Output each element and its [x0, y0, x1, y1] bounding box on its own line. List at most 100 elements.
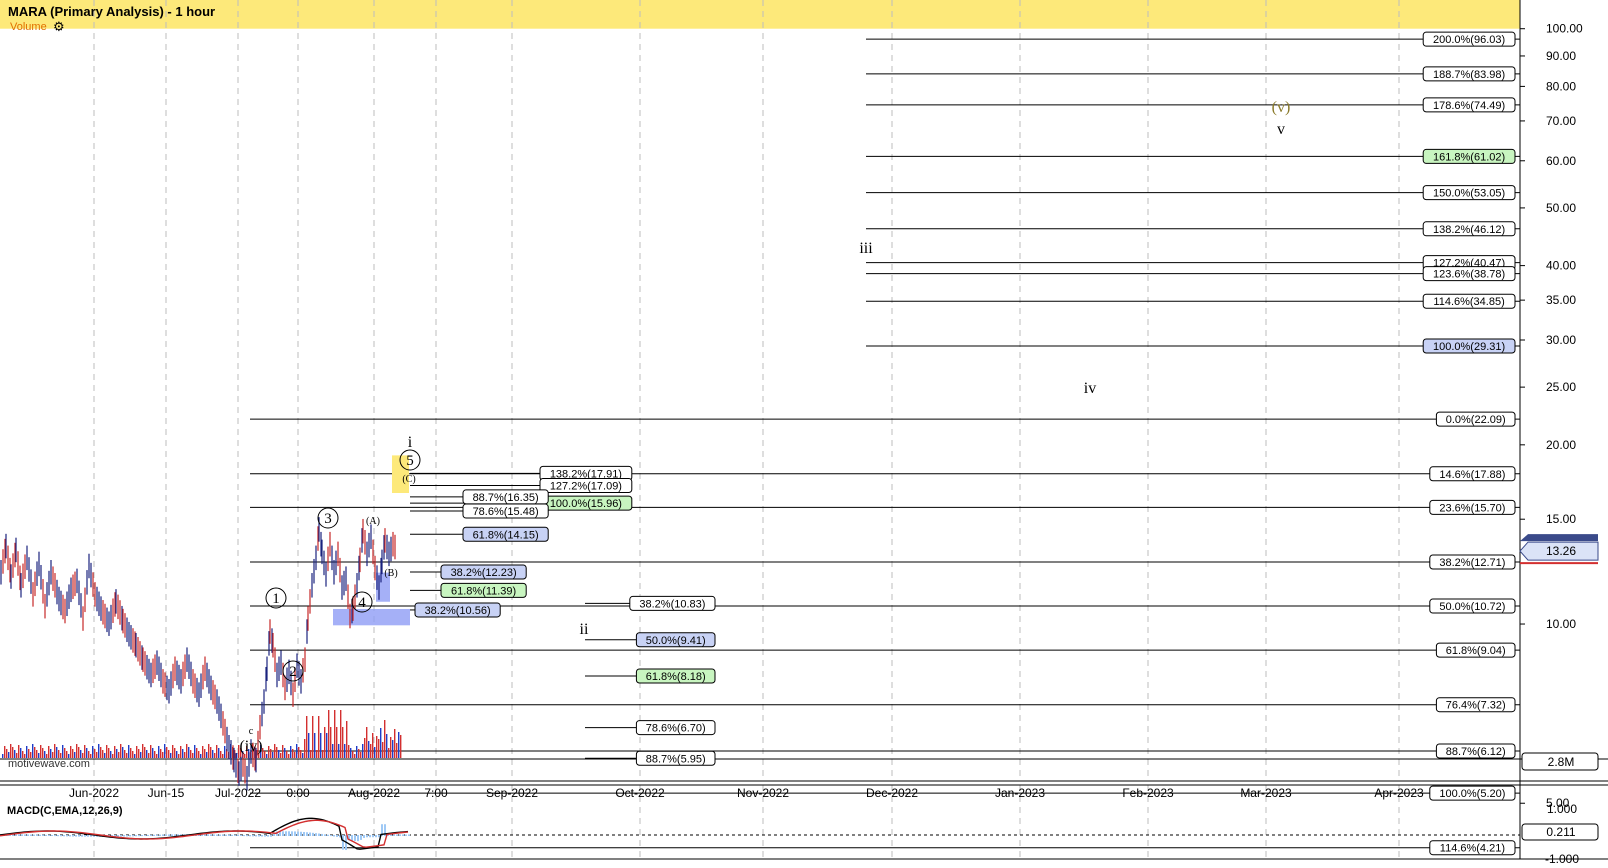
volume-bar [154, 751, 156, 758]
macd-histogram-bar [234, 834, 236, 836]
volume-bar [310, 750, 312, 758]
price-tick-label: 25.00 [1546, 380, 1576, 394]
volume-bar [374, 747, 376, 758]
macd-histogram-bar [264, 835, 266, 837]
volume-bar [312, 716, 314, 758]
macd-histogram-bar [120, 835, 122, 837]
macd-histogram-bar [66, 835, 68, 837]
gear-icon[interactable]: ⚙ [53, 20, 65, 35]
volume-bar [76, 744, 78, 758]
x-axis-label: Jan-2023 [995, 786, 1045, 800]
volume-bar [136, 746, 138, 758]
volume-bar [114, 746, 116, 758]
volume-bar [384, 720, 386, 758]
volume-bar [224, 746, 226, 758]
volume-bar [300, 750, 302, 758]
wave-label: (v) [1272, 99, 1291, 116]
volume-bar [274, 744, 276, 758]
volume-label[interactable]: Volume [10, 21, 47, 33]
wave-label: (iv) [239, 738, 262, 755]
volume-bar [276, 747, 278, 758]
macd-histogram-bar [243, 835, 245, 837]
volume-bar [348, 745, 350, 758]
fib-label: 78.6%(6.70) [646, 723, 706, 735]
volume-bar [160, 749, 162, 758]
macd-histogram-bar [294, 831, 296, 836]
macd-histogram-bar [360, 835, 362, 840]
fib-label: 161.8%(61.02) [1433, 151, 1505, 163]
price-tick-label: 70.00 [1546, 114, 1576, 128]
macd-histogram-bar [33, 834, 35, 836]
volume-bar [48, 746, 50, 758]
watermark: motivewave.com [8, 758, 90, 770]
macd-histogram-bar [18, 834, 20, 836]
wave-label: ii [580, 621, 589, 638]
fib-label: 61.8%(14.15) [473, 529, 539, 541]
fib-label: 100.0%(5.20) [1439, 788, 1505, 800]
fib-label: 100.0%(29.31) [1433, 341, 1505, 353]
volume-bar [280, 753, 282, 758]
volume-bar [6, 749, 8, 758]
macd-histogram-bar [399, 834, 401, 836]
macd-histogram-bar [255, 835, 257, 837]
volume-bar [50, 749, 52, 758]
macd-histogram-bar [306, 832, 308, 836]
volume-bar [174, 748, 176, 758]
volume-bar [286, 751, 288, 758]
macd-histogram-bar [129, 835, 131, 837]
volume-bar [144, 747, 146, 758]
volume-bar [326, 733, 328, 758]
macd-histogram-bar [402, 834, 404, 836]
wave-label: v [1277, 121, 1285, 138]
x-axis-label: 0:00 [286, 786, 310, 800]
x-axis-label: 7:00 [424, 786, 448, 800]
macd-histogram-bar [81, 835, 83, 837]
fib-label: 150.0%(53.05) [1433, 188, 1505, 200]
macd-histogram-bar [60, 835, 62, 837]
volume-bar [264, 751, 266, 758]
macd-histogram-bar [258, 835, 260, 837]
macd-histogram-bar [45, 834, 47, 836]
macd-histogram-bar [231, 834, 233, 836]
macd-histogram-bar [54, 835, 56, 837]
fib-label: 123.6%(38.78) [1433, 269, 1505, 281]
x-axis-label: Mar-2023 [1240, 786, 1292, 800]
macd-histogram-bar [396, 834, 398, 836]
volume-bar [278, 750, 280, 758]
fib-label: 114.6%(4.21) [1440, 843, 1505, 855]
volume-bar [342, 727, 344, 758]
macd-histogram-bar [297, 831, 299, 836]
volume-bar [102, 750, 104, 758]
volume-bar [158, 746, 160, 758]
volume-bar [368, 741, 370, 758]
volume-bar [340, 710, 342, 758]
macd-histogram-bar [372, 835, 374, 838]
volume-bar [316, 750, 318, 758]
volume-bar [150, 745, 152, 758]
macd-histogram-bar [216, 834, 218, 836]
fib-label: 38.2%(10.83) [639, 598, 705, 610]
macd-histogram-bar [84, 835, 86, 837]
volume-bar [70, 746, 72, 758]
volume-bar [364, 738, 366, 758]
volume-bar [198, 751, 200, 758]
macd-histogram-bar [69, 835, 71, 837]
macd-histogram-bar [135, 835, 137, 837]
volume-bar [124, 750, 126, 758]
macd-histogram-bar [366, 835, 368, 838]
macd-histogram-bar [219, 834, 221, 836]
support-box [333, 608, 410, 626]
volume-bar [306, 716, 308, 758]
volume-bar [366, 727, 368, 758]
volume-bar [92, 746, 94, 758]
volume-bar [90, 754, 92, 758]
volume-bar [308, 733, 310, 758]
macd-value-label: 0.211 [1546, 825, 1575, 839]
x-axis-label: Feb-2023 [1122, 786, 1174, 800]
macd-histogram-bar [78, 835, 80, 837]
volume-bar [292, 749, 294, 758]
x-axis-label: Sep-2022 [486, 786, 538, 800]
volume-bar [180, 746, 182, 758]
price-tick-label: 20.00 [1546, 438, 1576, 452]
volume-bar [162, 752, 164, 758]
